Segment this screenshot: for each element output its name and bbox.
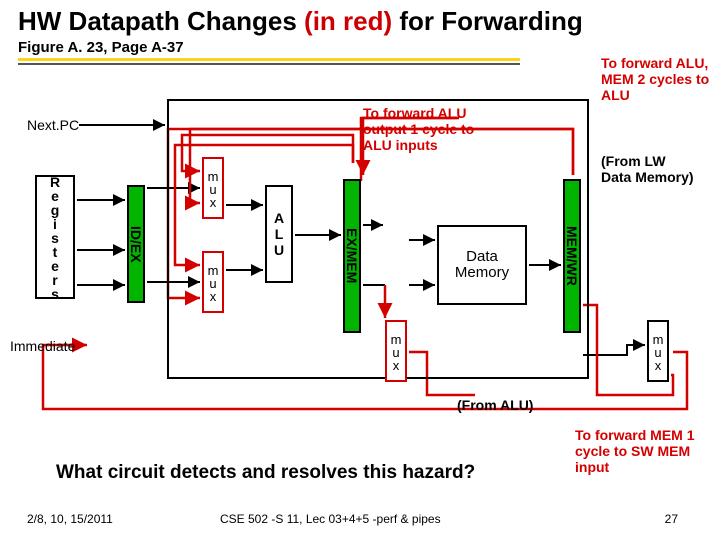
idex-register: ID/EX [127, 185, 145, 303]
mux-mem-input: mux [385, 320, 407, 382]
mux-bottom: mux [202, 251, 224, 313]
slide-title: HW Datapath Changes (in red) for Forward… [18, 6, 583, 37]
mux-top: mux [202, 157, 224, 219]
alu-block: ALU [265, 185, 293, 283]
footer-page: 27 [665, 512, 678, 526]
label-immediate: Immediate [10, 338, 75, 354]
figure-caption: Figure A. 23, Page A-37 [18, 39, 184, 56]
slide-question: What circuit detects and resolves this h… [56, 462, 475, 484]
annot-forward-2cycle: To forward ALU, MEM 2 cycles to ALU [601, 55, 711, 103]
rule-gold [18, 58, 520, 61]
exmem-register: EX/MEM [343, 179, 361, 333]
data-memory-block: Data Memory [437, 225, 527, 305]
mux-writeback: mux [647, 320, 669, 382]
datapath-diagram: Next.PC Immediate Registers ID/EX EX/MEM… [27, 85, 697, 415]
annot-forward-1cycle: To forward ALU output 1 cycle to ALU inp… [363, 105, 503, 153]
footer-course: CSE 502 -S 11, Lec 03+4+5 -perf & pipes [220, 512, 441, 526]
annot-from-alu: (From ALU) [457, 397, 533, 413]
rule-dark [18, 63, 520, 65]
footer-date: 2/8, 10, 15/2011 [27, 512, 113, 526]
label-nextpc: Next.PC [27, 117, 79, 133]
annot-from-lw: (From LW Data Memory) [601, 153, 697, 185]
registers-block: Registers [35, 175, 75, 299]
annot-forward-sw: To forward MEM 1 cycle to SW MEM input [575, 427, 705, 475]
memwr-register: MEM/WR [563, 179, 581, 333]
